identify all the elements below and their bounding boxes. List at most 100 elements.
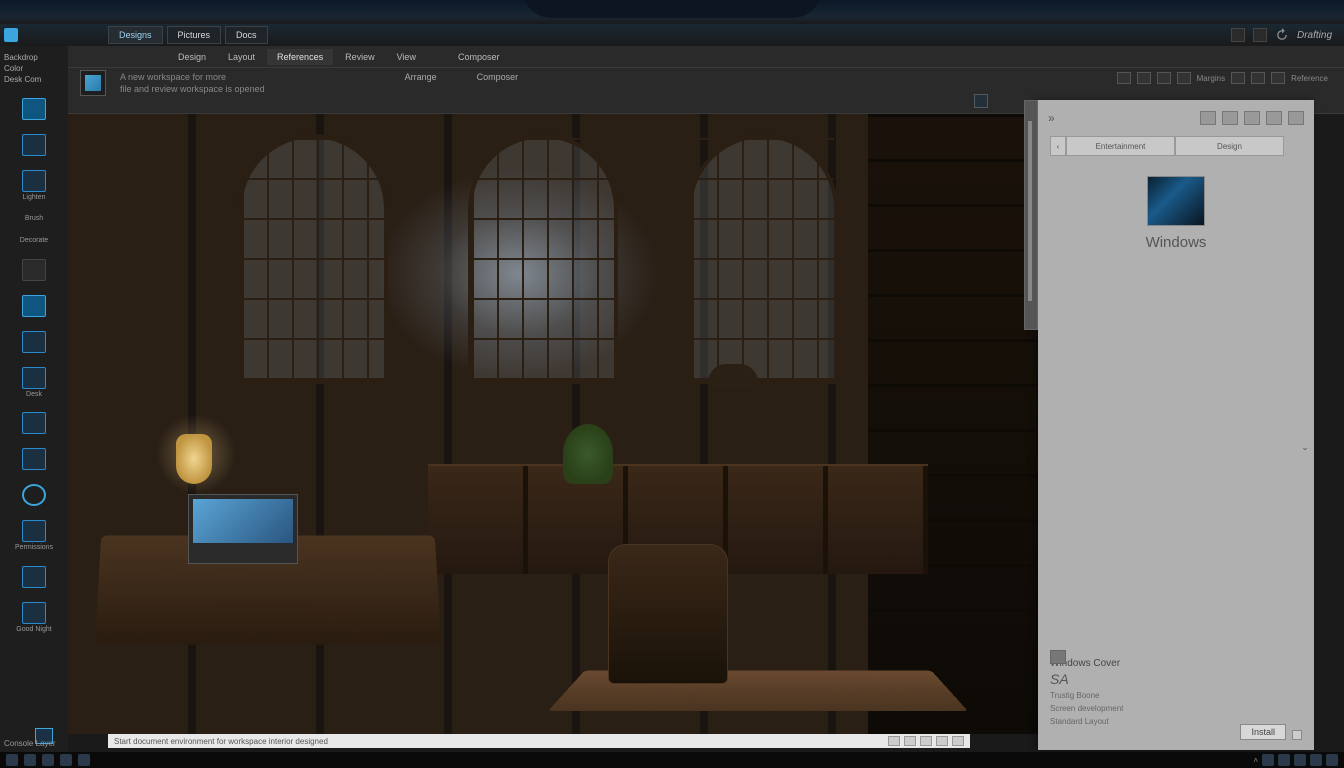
panel-tool-icon[interactable] (1200, 111, 1216, 125)
sidebar-label: Brush (25, 215, 43, 223)
ribbon-tool-icon[interactable] (1231, 72, 1245, 84)
device-icon (22, 602, 46, 624)
panel-tool-icon[interactable] (1244, 111, 1260, 125)
os-preview-thumbnail (1147, 176, 1205, 226)
canvas-viewport[interactable] (68, 114, 1038, 734)
sidebar-item[interactable]: Lighten (2, 168, 66, 204)
title-bar: Designs Pictures Docs Drafting (0, 24, 1344, 46)
search-icon[interactable] (24, 754, 36, 766)
pin-icon[interactable]: » (1048, 111, 1054, 125)
lock-icon (22, 520, 46, 542)
panel-tool-icon[interactable] (1266, 111, 1282, 125)
ribbon-tab[interactable]: Design (168, 49, 216, 65)
volume-icon[interactable] (1310, 754, 1322, 766)
thumbnail-icon[interactable] (1050, 650, 1066, 664)
panel-subline: Trustig Boone (1050, 691, 1302, 700)
canvas-bookshelf (868, 114, 1038, 734)
status-view-icon[interactable] (904, 736, 916, 746)
sidebar-item[interactable]: Desk (2, 365, 66, 401)
squares-icon (22, 448, 46, 470)
sidebar-item[interactable] (2, 446, 66, 472)
grid-icon (22, 259, 46, 281)
sidebar-item[interactable] (2, 293, 66, 319)
panel-tabs: ‹ Entertainment Design (1050, 136, 1284, 156)
start-icon[interactable] (6, 754, 18, 766)
panel-tab[interactable]: Design (1175, 136, 1284, 156)
ribbon-tool-icon[interactable] (1271, 72, 1285, 84)
ribbon-tab[interactable]: Composer (448, 49, 510, 65)
ribbon-right-group: Margins Reference (1117, 72, 1336, 84)
app-logo-icon[interactable] (4, 28, 18, 42)
ribbon-main-button[interactable] (80, 70, 106, 96)
sidebar-item[interactable] (2, 564, 66, 590)
properties-panel: » ‹ Entertainment Design Windows ⌄ Windo… (1038, 100, 1314, 750)
sidebar-label: Decorate (20, 237, 48, 245)
taskbar-app-icon[interactable] (78, 754, 90, 766)
status-view-icon[interactable] (920, 736, 932, 746)
sidebar-header: Backdrop Color Desk Com (0, 46, 68, 92)
title-tab-docs[interactable]: Docs (225, 26, 268, 44)
ribbon-tool-icon[interactable] (1137, 72, 1151, 84)
canvas-window-arch (688, 134, 838, 384)
ribbon-tab[interactable]: Layout (218, 49, 265, 65)
transfer-icon (22, 566, 46, 588)
title-tab-pictures[interactable]: Pictures (167, 26, 222, 44)
panel-tab[interactable]: Entertainment (1066, 136, 1175, 156)
taskbar-app-icon[interactable] (60, 754, 72, 766)
ribbon-tool-icon[interactable] (1177, 72, 1191, 84)
sidebar-item[interactable] (2, 410, 66, 436)
tray-chevron-icon[interactable]: ˄ (1253, 756, 1258, 765)
panel-close-icon[interactable] (1288, 111, 1304, 125)
panel-subline: Screen development (1050, 704, 1302, 713)
canvas-table-lamp (176, 434, 212, 484)
tray-icon[interactable] (1278, 754, 1290, 766)
left-sidebar: Backdrop Color Desk Com Lighten Brush De… (0, 46, 68, 752)
refresh-icon[interactable] (1275, 28, 1289, 42)
sidebar-item[interactable]: Decorate (2, 235, 66, 247)
status-text: Start document environment for workspace… (114, 737, 328, 746)
color-swatch-icon[interactable] (974, 94, 988, 108)
ribbon-tool-icon[interactable] (1157, 72, 1171, 84)
ribbon-info-line: A new workspace for more (120, 72, 265, 82)
sidebar-label: Desk (26, 391, 42, 399)
canvas-chair (608, 544, 728, 684)
status-view-icon[interactable] (952, 736, 964, 746)
maximize-icon[interactable] (1253, 28, 1267, 42)
os-taskbar: ˄ (0, 752, 1344, 768)
notification-icon[interactable] (1326, 754, 1338, 766)
ribbon-tab[interactable]: Review (335, 49, 385, 65)
status-view-icon[interactable] (888, 736, 900, 746)
sidebar-item[interactable] (2, 132, 66, 158)
sidebar-item[interactable]: Permissions (2, 518, 66, 554)
display-icon (22, 331, 46, 353)
sidebar-item[interactable] (2, 257, 66, 283)
sidebar-item[interactable]: Brush (2, 213, 66, 225)
ribbon-tool-icon[interactable] (1117, 72, 1131, 84)
install-button[interactable]: Install (1240, 724, 1286, 740)
sidebar-item[interactable]: Good Night (2, 600, 66, 636)
app-icon (85, 75, 101, 91)
ribbon-tool-icon[interactable] (1251, 72, 1265, 84)
ribbon-info-line: file and review workspace is opened (120, 84, 265, 94)
canvas-plant (563, 424, 613, 484)
dropdown-icon[interactable] (1292, 730, 1302, 740)
ribbon-tab[interactable]: References (267, 49, 333, 65)
panel-tool-icon[interactable] (1222, 111, 1238, 125)
sidebar-item[interactable] (2, 329, 66, 355)
panel-section-title: Windows Cover (1050, 658, 1302, 669)
network-icon[interactable] (1294, 754, 1306, 766)
panel-resize-handle[interactable] (1024, 100, 1038, 330)
panel-tab-prev[interactable]: ‹ (1050, 136, 1066, 156)
sidebar-label: Lighten (23, 194, 46, 202)
panel-icon (22, 412, 46, 434)
sidebar-item[interactable] (2, 96, 66, 122)
status-view-icon[interactable] (936, 736, 948, 746)
taskbar-app-icon[interactable] (42, 754, 54, 766)
panel-header: » (1038, 100, 1314, 136)
minimize-icon[interactable] (1231, 28, 1245, 42)
canvas-window-arch (238, 134, 388, 384)
ribbon-tab[interactable]: View (387, 49, 426, 65)
title-tab-designs[interactable]: Designs (108, 26, 163, 44)
sidebar-item[interactable] (2, 482, 66, 508)
tray-icon[interactable] (1262, 754, 1274, 766)
